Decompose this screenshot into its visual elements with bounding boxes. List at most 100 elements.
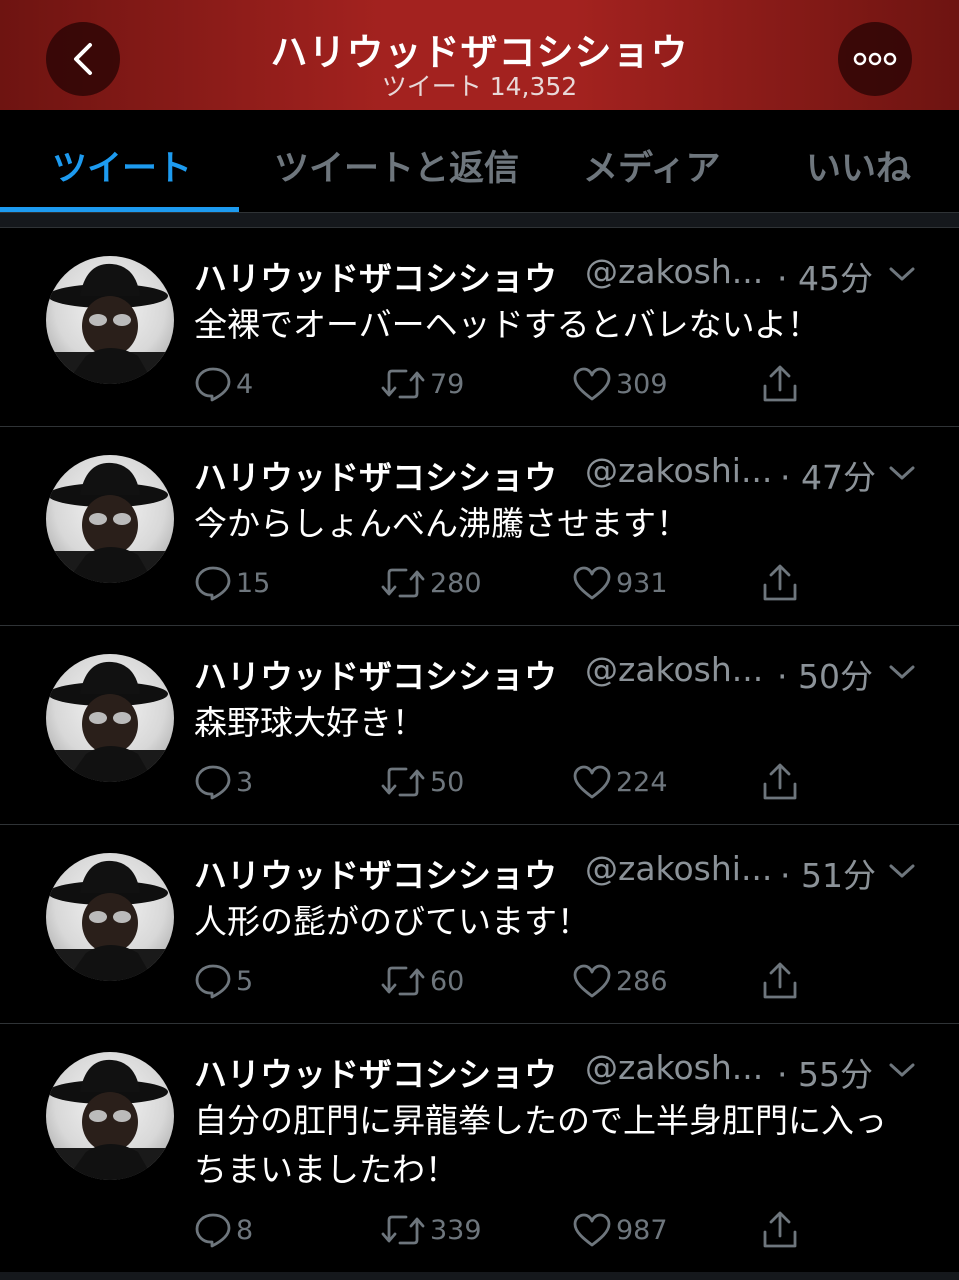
reply-count: 15 <box>236 567 271 599</box>
share-icon <box>763 962 797 999</box>
reply-count: 4 <box>236 368 254 400</box>
tweet[interactable]: ハリウッドザコシショウ @zakosh... · 45分 全裸でオーバーヘッドす… <box>0 228 959 427</box>
more-button[interactable] <box>838 22 912 96</box>
avatar-photo <box>46 661 174 782</box>
like-button[interactable]: 224 <box>572 764 668 800</box>
retweet-button[interactable]: 50 <box>380 764 464 800</box>
share-button[interactable] <box>760 563 804 603</box>
reply-button[interactable]: 15 <box>194 565 270 601</box>
tweet-text: 人形の髭がのびています！ <box>194 902 590 941</box>
avatar[interactable] <box>46 256 174 384</box>
like-button[interactable]: 987 <box>572 1212 668 1248</box>
tweet-author-name[interactable]: ハリウッドザコシショウ <box>194 451 557 499</box>
retweet-count: 50 <box>430 766 465 798</box>
retweet-button[interactable]: 60 <box>380 963 464 999</box>
avatar[interactable] <box>46 654 174 782</box>
tab-tweets[interactable]: ツイート <box>52 140 192 191</box>
tweet-author-name[interactable]: ハリウッドザコシショウ <box>194 650 557 698</box>
chevron-down-icon[interactable] <box>888 662 916 682</box>
chevron-down-icon[interactable] <box>888 264 916 284</box>
active-tab-indicator <box>0 207 239 212</box>
heart-icon <box>573 765 611 799</box>
reply-icon <box>195 367 231 402</box>
avatar[interactable] <box>46 1052 174 1180</box>
heart-icon <box>573 1213 611 1247</box>
retweet-button[interactable]: 280 <box>380 565 482 601</box>
reply-icon <box>195 765 231 800</box>
tweet-author-name[interactable]: ハリウッドザコシショウ <box>194 849 557 897</box>
like-count: 987 <box>616 1214 668 1246</box>
retweet-button[interactable]: 79 <box>380 366 464 402</box>
tweet-author-handle[interactable]: @zakoshi... <box>585 849 772 888</box>
reply-button[interactable]: 8 <box>194 1212 253 1248</box>
profile-tabs: ツイート ツイートと返信 メディア いいね <box>0 110 959 213</box>
retweet-icon <box>381 767 425 797</box>
avatar-photo <box>46 1059 174 1180</box>
share-button[interactable] <box>760 961 804 1001</box>
tweet-author-handle[interactable]: @zakosh... <box>585 650 763 689</box>
tab-media[interactable]: メディア <box>583 140 721 191</box>
chevron-down-icon[interactable] <box>888 463 916 483</box>
like-count: 224 <box>616 766 668 798</box>
retweet-icon <box>381 966 425 996</box>
tweet-text: 自分の肛門に昇龍拳したので上半身肛門に入っちまいましたわ！ <box>194 1101 887 1189</box>
tweet[interactable]: ハリウッドザコシショウ @zakosh... · 55分 自分の肛門に昇龍拳した… <box>0 1024 959 1273</box>
retweet-count: 60 <box>430 965 465 997</box>
tweet-author-handle[interactable]: @zakoshi... <box>585 451 772 490</box>
share-icon <box>763 763 797 800</box>
tweet-text: 全裸でオーバーヘッドするとバレないよ！ <box>194 305 821 344</box>
profile-header: ハリウッドザコシショウ ツイート 14,352 <box>0 0 959 110</box>
reply-button[interactable]: 4 <box>194 366 253 402</box>
chevron-down-icon[interactable] <box>888 1060 916 1080</box>
tweet-timestamp[interactable]: · 55分 <box>777 1048 873 1096</box>
reply-count: 8 <box>236 1214 254 1246</box>
tweet-text: 森野球大好き！ <box>194 703 425 742</box>
share-button[interactable] <box>760 1210 804 1250</box>
tweet-author-name[interactable]: ハリウッドザコシショウ <box>194 1048 557 1096</box>
reply-count: 3 <box>236 766 254 798</box>
tweet-timestamp[interactable]: · 45分 <box>777 252 873 300</box>
retweet-count: 339 <box>430 1214 482 1246</box>
share-button[interactable] <box>760 364 804 404</box>
share-button[interactable] <box>760 762 804 802</box>
chevron-down-icon[interactable] <box>888 861 916 881</box>
like-count: 931 <box>616 567 668 599</box>
tweet-author-name[interactable]: ハリウッドザコシショウ <box>194 252 557 300</box>
tweet[interactable]: ハリウッドザコシショウ @zakosh... · 50分 森野球大好き！ 3 5… <box>0 626 959 825</box>
retweet-icon <box>381 568 425 598</box>
tweet-text: 今からしょんべん沸騰させます！ <box>194 504 689 543</box>
tweet-timestamp[interactable]: · 47分 <box>780 451 876 499</box>
avatar[interactable] <box>46 853 174 981</box>
heart-icon <box>573 964 611 998</box>
reply-icon <box>195 1213 231 1248</box>
share-icon <box>763 564 797 601</box>
divider <box>0 1272 959 1280</box>
retweet-button[interactable]: 339 <box>380 1212 482 1248</box>
tweet-count: ツイート 14,352 <box>381 72 578 101</box>
reply-count: 5 <box>236 965 254 997</box>
reply-button[interactable]: 3 <box>194 764 253 800</box>
avatar[interactable] <box>46 455 174 583</box>
avatar-photo <box>46 860 174 981</box>
tweet[interactable]: ハリウッドザコシショウ @zakoshi... · 51分 人形の髭がのびていま… <box>0 825 959 1024</box>
share-icon <box>763 365 797 402</box>
tab-likes[interactable]: いいね <box>806 140 911 191</box>
heart-icon <box>573 367 611 401</box>
tweet[interactable]: ハリウッドザコシショウ @zakoshi... · 47分 今からしょんべん沸騰… <box>0 427 959 626</box>
like-button[interactable]: 286 <box>572 963 668 999</box>
retweet-count: 280 <box>430 567 482 599</box>
tweet-author-handle[interactable]: @zakosh... <box>585 252 763 291</box>
like-button[interactable]: 931 <box>572 565 668 601</box>
avatar-photo <box>46 263 174 384</box>
tweet-timestamp[interactable]: · 50分 <box>777 650 873 698</box>
reply-button[interactable]: 5 <box>194 963 253 999</box>
tweet-timestamp[interactable]: · 51分 <box>780 849 876 897</box>
reply-icon <box>195 566 231 601</box>
divider <box>0 213 959 228</box>
retweet-count: 79 <box>430 368 465 400</box>
heart-icon <box>573 566 611 600</box>
like-button[interactable]: 309 <box>572 366 668 402</box>
tweet-author-handle[interactable]: @zakosh... <box>585 1048 763 1087</box>
tab-tweets-and-replies[interactable]: ツイートと返信 <box>274 140 519 191</box>
share-icon <box>763 1211 797 1248</box>
